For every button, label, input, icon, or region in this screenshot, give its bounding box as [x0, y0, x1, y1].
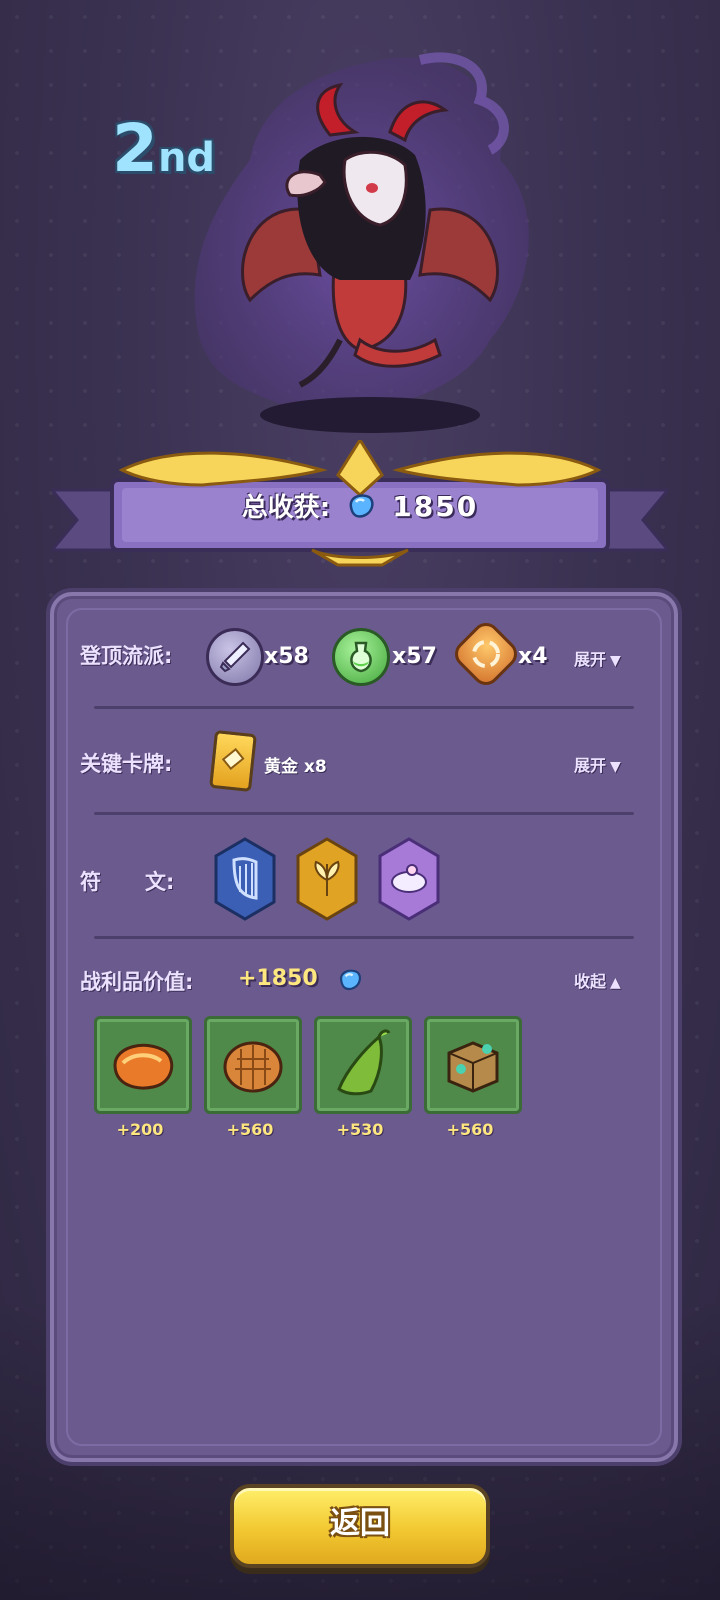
card-count: x8	[303, 757, 327, 777]
cards-expand-toggle[interactable]: 展开 ▼	[574, 752, 621, 776]
triangle-down-icon: ▼	[610, 759, 621, 775]
total-value: 1850	[392, 490, 479, 523]
potion-icon[interactable]	[332, 628, 390, 686]
total-label: 总收获:	[241, 493, 331, 523]
loot-collapse-label: 收起	[574, 972, 607, 991]
cauldron-rune-icon[interactable]	[376, 836, 442, 922]
pie-icon	[113, 1043, 174, 1090]
loot-amount: +530	[336, 1120, 384, 1139]
loot-value-label: 战利品价值:	[80, 970, 194, 994]
horn-icon	[337, 1029, 391, 1096]
back-button[interactable]: 返回	[230, 1484, 490, 1568]
climb-expand-label: 展开	[574, 650, 607, 669]
chest-icon	[447, 1041, 499, 1093]
swirl-count: x4	[518, 644, 548, 669]
loot-item-bread[interactable]	[204, 1016, 302, 1114]
climb-expand-toggle[interactable]: 展开 ▼	[574, 646, 621, 670]
demon-character-icon	[194, 52, 529, 433]
total-harvest: 总收获: 1850	[0, 487, 720, 528]
triangle-down-icon: ▼	[610, 653, 621, 669]
loot-value: +1850	[238, 966, 318, 991]
gold-card-icon[interactable]	[209, 729, 257, 793]
cards-expand-label: 展开	[574, 756, 607, 775]
card-name: 黄金 x8	[264, 757, 327, 777]
divider	[94, 936, 634, 939]
loot-amount: +560	[446, 1120, 494, 1139]
loot-collapse-toggle[interactable]: 收起 ▲	[574, 968, 621, 992]
loot-amount: +560	[226, 1120, 274, 1139]
blue-gem-icon	[345, 489, 377, 528]
rank-number: 2	[112, 110, 158, 187]
blue-gem-icon	[336, 964, 364, 998]
triangle-up-icon: ▲	[610, 975, 621, 991]
divider	[94, 812, 634, 815]
runes-label: 符文:	[80, 870, 175, 894]
loot-amount: +200	[116, 1120, 164, 1139]
loot-item-chest[interactable]	[424, 1016, 522, 1114]
divider	[94, 706, 634, 709]
loot-item-horn[interactable]	[314, 1016, 412, 1114]
bread-icon	[223, 1041, 283, 1093]
sword-icon[interactable]	[206, 628, 264, 686]
climb-build-label: 登顶流派:	[80, 644, 173, 668]
potion-count: x57	[392, 644, 437, 669]
key-cards-label: 关键卡牌:	[80, 752, 173, 776]
character-portrait	[160, 40, 560, 440]
sword-count: x58	[264, 644, 309, 669]
harp-rune-icon[interactable]	[212, 836, 278, 922]
loot-item-pie[interactable]	[94, 1016, 192, 1114]
wheat-rune-icon[interactable]	[294, 836, 360, 922]
